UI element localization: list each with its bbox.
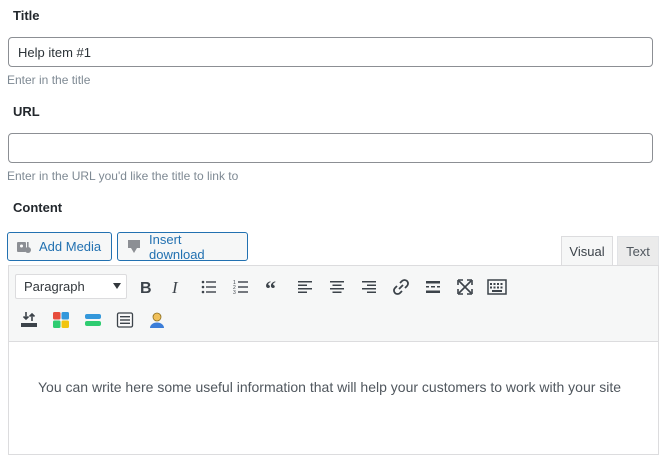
- blockquote-button[interactable]: “: [261, 275, 285, 299]
- format-select-value: Paragraph: [24, 279, 85, 294]
- content-editor[interactable]: Paragraph B I 123 “ You can write here s…: [8, 265, 659, 455]
- url-hint: Enter in the URL you'd like the title to…: [7, 169, 239, 183]
- download-icon: [126, 239, 142, 255]
- add-media-label: Add Media: [39, 239, 102, 254]
- align-right-icon: [361, 280, 377, 294]
- fullscreen-icon: [457, 279, 473, 295]
- list-box-icon: [116, 311, 134, 329]
- toolbar-toggle-icon: [487, 279, 507, 295]
- user-icon: [148, 311, 166, 329]
- list-box-button[interactable]: [113, 308, 137, 332]
- bold-icon: B: [138, 279, 152, 295]
- add-media-button[interactable]: Add Media: [7, 232, 112, 261]
- bold-button[interactable]: B: [133, 275, 157, 299]
- numbered-list-icon: 123: [233, 280, 249, 294]
- title-input[interactable]: [8, 37, 653, 67]
- toolbar-toggle-button[interactable]: [485, 275, 509, 299]
- url-input[interactable]: [8, 133, 653, 163]
- align-left-icon: [297, 280, 313, 294]
- insert-download-button[interactable]: Insert download: [117, 231, 248, 262]
- svg-text:3: 3: [233, 290, 236, 294]
- shortcode-insert-button[interactable]: [17, 308, 41, 332]
- svg-text:B: B: [140, 280, 152, 295]
- title-label: Title: [13, 8, 40, 23]
- editor-toolbar: Paragraph B I 123 “: [9, 266, 658, 342]
- blockquote-icon: “: [265, 280, 281, 294]
- fullscreen-button[interactable]: [453, 275, 477, 299]
- bullet-list-icon: [201, 280, 217, 294]
- chevron-down-icon: [113, 283, 121, 289]
- divider-button[interactable]: [81, 308, 105, 332]
- tab-text-label: Text: [626, 244, 650, 259]
- numbered-list-button[interactable]: 123: [229, 275, 253, 299]
- tab-visual-label: Visual: [569, 244, 605, 259]
- editor-content[interactable]: You can write here some useful informati…: [38, 376, 628, 399]
- color-grid-button[interactable]: [49, 308, 73, 332]
- tab-text[interactable]: Text: [617, 236, 659, 266]
- svg-text:“: “: [265, 280, 276, 294]
- content-label: Content: [13, 200, 63, 215]
- align-right-button[interactable]: [357, 275, 381, 299]
- link-icon: [392, 278, 410, 296]
- italic-icon: I: [169, 279, 183, 295]
- svg-text:I: I: [171, 279, 179, 295]
- user-button[interactable]: [145, 308, 169, 332]
- link-button[interactable]: [389, 275, 413, 299]
- italic-button[interactable]: I: [164, 275, 188, 299]
- align-center-button[interactable]: [325, 275, 349, 299]
- title-hint: Enter in the title: [7, 73, 91, 87]
- align-center-icon: [329, 280, 345, 294]
- shortcode-insert-icon: [20, 311, 38, 329]
- insert-download-label: Insert download: [149, 231, 205, 262]
- tab-visual[interactable]: Visual: [561, 236, 613, 266]
- color-grid-icon: [52, 311, 70, 329]
- align-left-button[interactable]: [293, 275, 317, 299]
- read-more-button[interactable]: [421, 275, 445, 299]
- bullet-list-button[interactable]: [197, 275, 221, 299]
- divider-icon: [84, 313, 102, 327]
- url-label: URL: [13, 104, 40, 119]
- media-icon: [16, 239, 32, 255]
- read-more-icon: [425, 280, 441, 294]
- format-select[interactable]: Paragraph: [15, 274, 127, 299]
